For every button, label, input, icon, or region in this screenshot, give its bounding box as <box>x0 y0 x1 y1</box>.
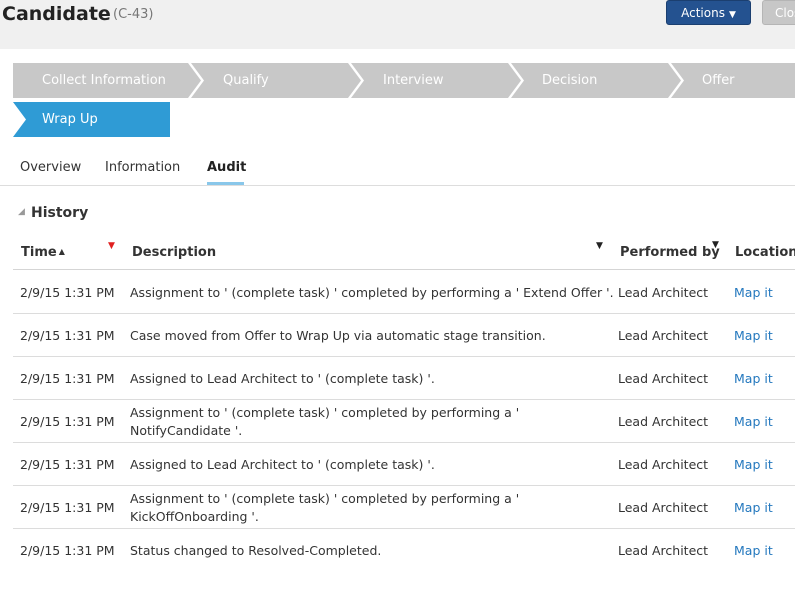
filter-icon[interactable]: ▼ <box>712 240 719 250</box>
stage-offer[interactable]: Offer <box>671 63 795 98</box>
performed-by-cell: Lead Architect <box>618 542 709 558</box>
collapse-triangle-icon[interactable]: ◢ <box>18 207 25 217</box>
table-row: 2/9/15 1:31 PM Case moved from Offer to … <box>13 314 795 357</box>
column-header-performed-by[interactable]: Performed by <box>620 245 720 260</box>
table-row: 2/9/15 1:31 PM Assignment to ' (complete… <box>13 486 795 529</box>
actions-button-label: Actions <box>681 6 725 20</box>
time-cell: 2/9/15 1:31 PM <box>20 284 115 300</box>
description-cell: Assigned to Lead Architect to ' (complet… <box>130 456 435 472</box>
description-cell: Assignment to ' (complete task) ' comple… <box>130 404 520 438</box>
stage-label: Collect Information <box>42 73 166 88</box>
actions-button[interactable]: Actions ▼ <box>666 0 751 25</box>
stage-wrap-up[interactable]: Wrap Up <box>13 102 170 137</box>
case-header: Candidate (C-43) Actions▼ Close <box>0 0 795 49</box>
stage-label: Interview <box>383 73 444 88</box>
time-cell: 2/9/15 1:31 PM <box>20 327 115 343</box>
column-label: Location <box>735 245 795 260</box>
case-id: (C-43) <box>113 7 154 22</box>
tab-overview[interactable]: Overview <box>20 160 81 175</box>
filter-icon[interactable]: ▼ <box>596 241 603 251</box>
stage-progress: Collect Information Qualify Interview De… <box>0 63 795 98</box>
table-row: 2/9/15 1:31 PM Assigned to Lead Architec… <box>13 443 795 486</box>
time-cell: 2/9/15 1:31 PM <box>20 542 115 558</box>
performed-by-cell: Lead Architect <box>618 370 709 386</box>
map-it-link[interactable]: Map it <box>734 529 795 572</box>
map-it-link[interactable]: Map it <box>734 357 795 400</box>
map-it-link[interactable]: Map it <box>734 314 795 357</box>
performed-by-cell: Lead Architect <box>618 456 709 472</box>
column-label: Performed by <box>620 245 720 260</box>
performed-by-cell: Lead Architect <box>618 284 709 300</box>
description-cell: Assigned to Lead Architect to ' (complet… <box>130 370 435 386</box>
stage-collect-information[interactable]: Collect Information <box>13 63 201 98</box>
description-cell: Assignment to ' (complete task) ' comple… <box>130 284 614 300</box>
time-cell: 2/9/15 1:31 PM <box>20 413 115 429</box>
description-cell: Status changed to Resolved-Completed. <box>130 542 382 558</box>
time-cell: 2/9/15 1:31 PM <box>20 370 115 386</box>
stage-qualify[interactable]: Qualify <box>191 63 361 98</box>
time-cell: 2/9/15 1:31 PM <box>20 499 115 515</box>
map-it-link[interactable]: Map it <box>734 443 795 486</box>
tab-audit[interactable]: Audit <box>207 160 246 175</box>
table-row: 2/9/15 1:31 PM Assignment to ' (complete… <box>13 271 795 314</box>
history-section-title: History <box>31 205 89 221</box>
performed-by-cell: Lead Architect <box>618 413 709 429</box>
sort-ascending-icon: ▲ <box>58 247 65 256</box>
table-header-divider <box>13 269 795 270</box>
active-tab-indicator <box>207 182 244 185</box>
tab-bar: Overview Information Audit <box>0 157 795 186</box>
map-it-link[interactable]: Map it <box>734 271 795 314</box>
performed-by-cell: Lead Architect <box>618 327 709 343</box>
column-label: Time <box>21 245 57 260</box>
column-header-description[interactable]: Description <box>132 245 216 260</box>
description-cell: Assignment to ' (complete task) ' comple… <box>130 490 520 524</box>
case-title: Candidate <box>2 3 111 25</box>
stage-interview[interactable]: Interview <box>351 63 521 98</box>
caret-down-icon: ▼ <box>728 10 736 20</box>
tab-information[interactable]: Information <box>105 160 180 175</box>
performed-by-cell: Lead Architect <box>618 499 709 515</box>
column-header-time[interactable]: Time ▲ <box>21 245 65 260</box>
map-it-link[interactable]: Map it <box>734 486 795 529</box>
stage-label: Qualify <box>223 73 269 88</box>
table-row: 2/9/15 1:31 PM Assigned to Lead Architec… <box>13 357 795 400</box>
table-row: 2/9/15 1:31 PM Assignment to ' (complete… <box>13 400 795 443</box>
time-cell: 2/9/15 1:31 PM <box>20 456 115 472</box>
description-cell: Case moved from Offer to Wrap Up via aut… <box>130 327 546 343</box>
filter-active-icon[interactable]: ▼ <box>108 241 115 251</box>
map-it-link[interactable]: Map it <box>734 400 795 443</box>
column-header-location[interactable]: Location <box>735 245 795 260</box>
table-row: 2/9/15 1:31 PM Status changed to Resolve… <box>13 529 795 572</box>
column-label: Description <box>132 245 217 260</box>
stage-decision[interactable]: Decision <box>511 63 681 98</box>
stage-label: Decision <box>542 73 598 88</box>
stage-label: Offer <box>702 73 735 88</box>
close-button[interactable]: Close <box>762 0 795 25</box>
